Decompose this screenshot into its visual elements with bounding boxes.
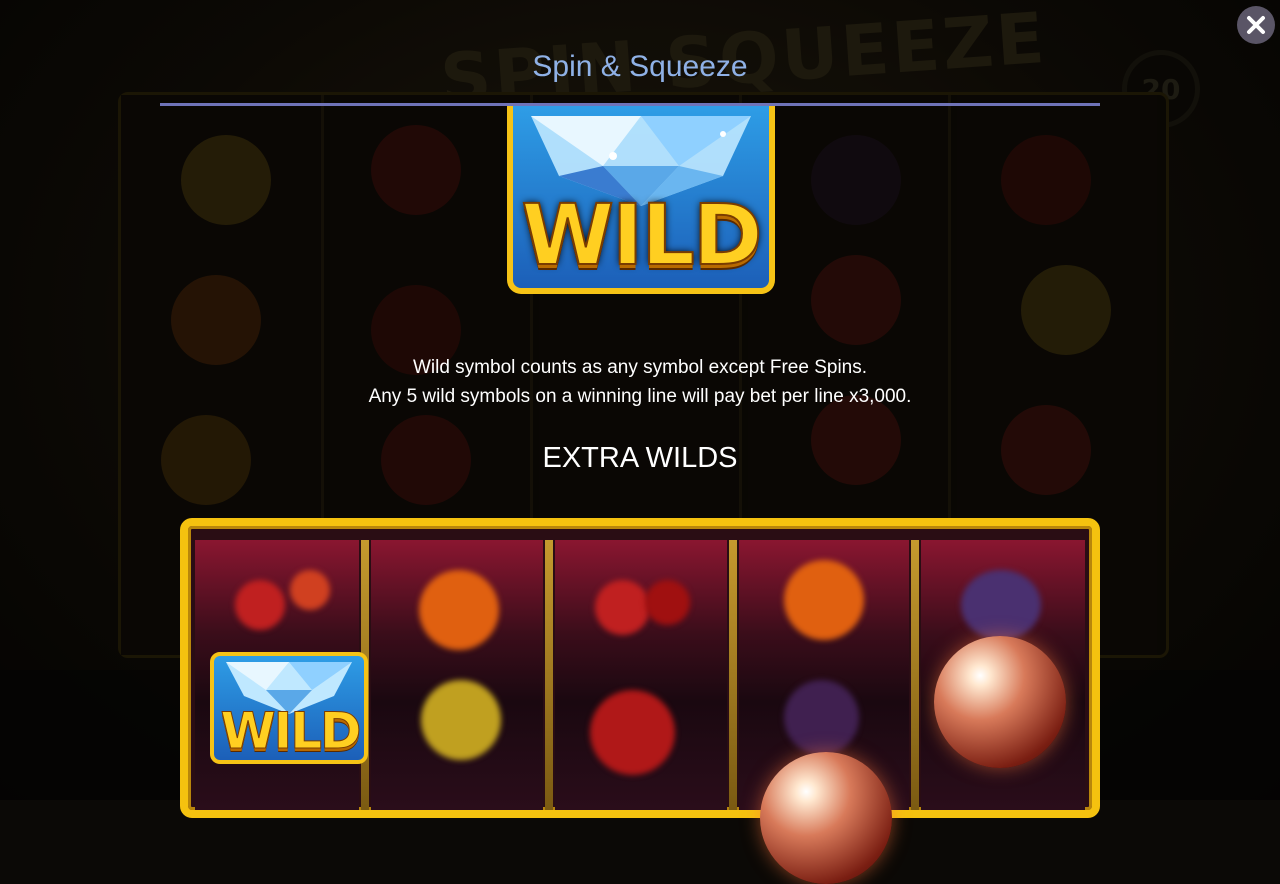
close-button[interactable] — [1237, 6, 1275, 44]
section-heading: EXTRA WILDS — [542, 442, 738, 474]
dialog-title: Spin & Squeeze — [532, 50, 748, 83]
wild-symbol-image: WILD — [487, 106, 795, 298]
bubble-icon — [760, 752, 892, 884]
description-line-1: Wild symbol counts as any symbol except … — [412, 357, 868, 378]
bubble-icon — [934, 636, 1066, 768]
extra-wild-text: WILD — [220, 702, 362, 761]
extra-wild-symbol: WILD — [204, 652, 376, 770]
reel-3 — [555, 540, 727, 810]
description-line-2: Any 5 wild symbols on a winning line wil… — [368, 386, 912, 407]
close-icon — [1247, 16, 1265, 34]
extra-wilds-example: WILD — [180, 518, 1100, 884]
reel-2 — [371, 540, 543, 810]
wild-symbol-text: WILD — [520, 185, 763, 285]
